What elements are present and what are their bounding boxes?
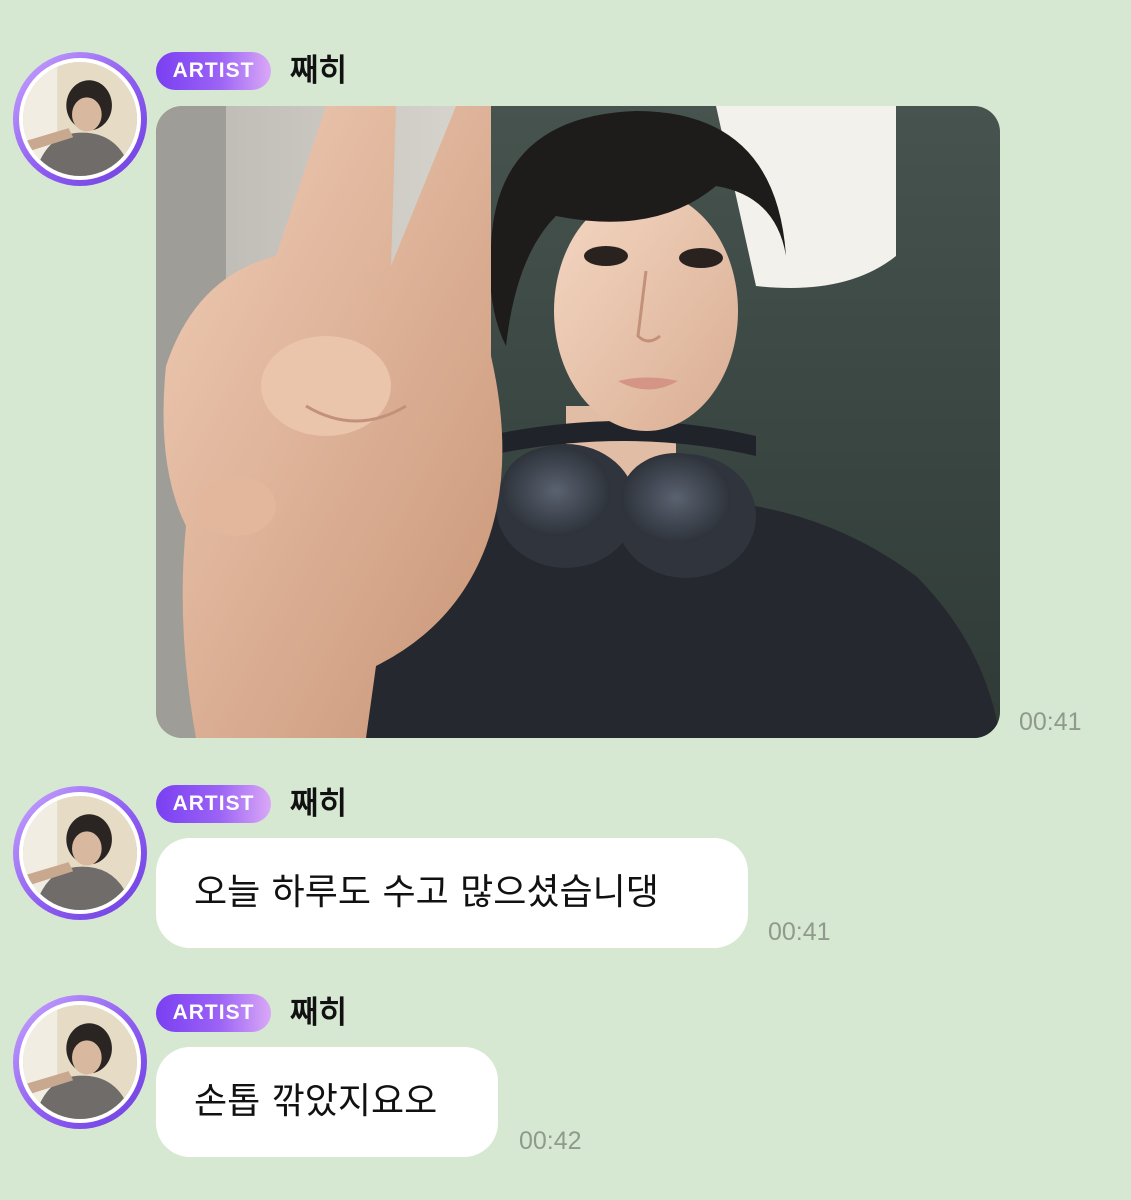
avatar-photo	[23, 1005, 137, 1119]
artist-badge: ARTIST	[156, 994, 271, 1032]
sender-name: 째히	[290, 995, 348, 1031]
avatar[interactable]	[13, 995, 147, 1129]
chat-message: ARTIST 째히 손톱 깎았지요오 00:42	[0, 0, 1131, 1170]
timestamp: 00:42	[519, 1127, 582, 1155]
message-bubble[interactable]: 손톱 깎았지요오	[156, 1047, 498, 1157]
